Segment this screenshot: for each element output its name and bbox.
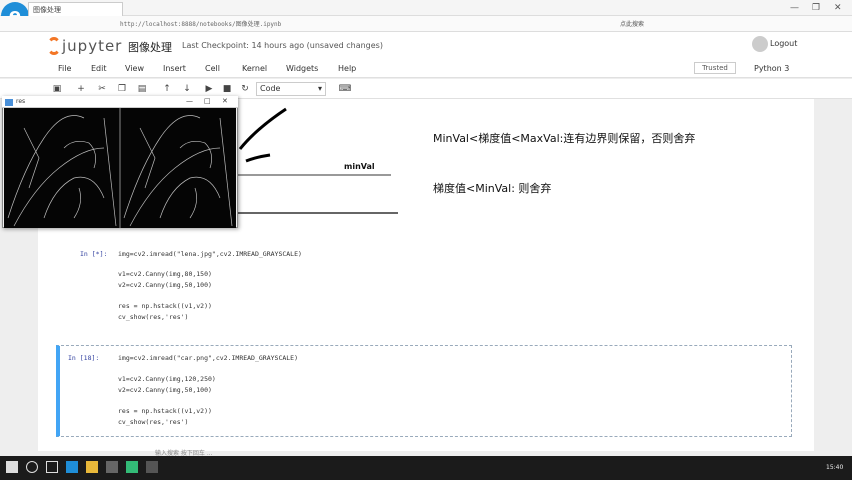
trusted-badge[interactable]: Trusted [694,62,736,74]
minimize-icon[interactable]: — [186,97,193,105]
cell-type-value: Code [260,84,281,93]
menu-widgets[interactable]: Widgets [286,64,318,73]
avatar [752,36,768,52]
app-icon[interactable] [146,461,158,473]
code-line[interactable]: cv_show(res,'res') [118,418,188,426]
minval-label: minVal [344,162,375,171]
taskbar-clock: 15:40 [826,464,844,471]
code-cell-1[interactable]: In [*]: img=cv2.imread("lena.jpg",cv2.IM… [70,240,790,338]
pen-stroke-1 [238,107,287,150]
browser-app-icon[interactable] [66,461,78,473]
code-line[interactable]: img=cv2.imread("car.png",cv2.IMREAD_GRAY… [118,354,298,362]
cell-prompt: In [*]: [80,250,108,258]
app-icon[interactable] [106,461,118,473]
cut-icon[interactable]: ✂ [95,82,109,96]
add-icon[interactable]: + [74,82,88,96]
code-line[interactable]: v2=cv2.Canny(img,50,100) [118,386,212,394]
minimize-icon[interactable]: — [790,3,799,13]
run-icon[interactable]: ▶ [202,82,216,96]
markdown-line-1: MinVal<梯度值<MaxVal:连有边界则保留，否则舍弃 [433,132,696,145]
code-line[interactable]: v2=cv2.Canny(img,50,100) [118,281,212,289]
search-label[interactable]: 点此搜索 [620,19,644,28]
stop-icon[interactable]: ■ [220,82,234,96]
window-app-icon [5,99,13,106]
code-line[interactable]: cv_show(res,'res') [118,313,188,321]
browser-tab[interactable]: 图像处理 [28,2,123,16]
jupyter-logo-text[interactable]: jupyter [62,37,122,55]
markdown-line-2: 梯度值<MinVal: 则舍弃 [433,182,552,195]
checkpoint-status: Last Checkpoint: 14 hours ago (unsaved c… [182,41,383,50]
windows-start-icon[interactable] [6,461,18,473]
cell-type-select[interactable]: Code ▾ [256,82,326,96]
menu-view[interactable]: View [125,64,144,73]
code-line[interactable]: img=cv2.imread("lena.jpg",cv2.IMREAD_GRA… [118,250,302,258]
code-cell-2[interactable]: In [18]: img=cv2.imread("car.png",cv2.IM… [56,345,792,437]
search-icon[interactable] [26,461,38,473]
canny-edge-image [4,108,236,228]
image-window-title: res [16,98,26,105]
pen-stroke-2 [245,153,271,163]
move-down-icon[interactable]: ↓ [180,82,194,96]
menu-cell[interactable]: Cell [205,64,220,73]
image-window-titlebar[interactable] [2,96,238,108]
cell-prompt: In [18]: [68,354,100,362]
maximize-icon[interactable]: □ [204,97,211,105]
annotation-drawing [236,107,398,214]
browser-titlebar [0,0,852,16]
folder-app-icon[interactable] [86,461,98,473]
app-icon[interactable] [126,461,138,473]
restart-icon[interactable]: ↻ [238,82,252,96]
close-icon[interactable]: ✕ [222,97,228,105]
code-line[interactable]: res = np.hstack((v1,v2)) [118,302,212,310]
logout-button[interactable]: Logout [770,39,797,48]
keyboard-icon[interactable]: ⌨ [338,82,352,96]
code-line[interactable]: res = np.hstack((v1,v2)) [118,407,212,415]
menu-file[interactable]: File [58,64,71,73]
code-line[interactable]: v1=cv2.Canny(img,80,150) [118,270,212,278]
menu-kernel[interactable]: Kernel [242,64,267,73]
menu-help[interactable]: Help [338,64,356,73]
maximize-icon[interactable]: ❐ [812,3,820,13]
menu-insert[interactable]: Insert [163,64,186,73]
menu-edit[interactable]: Edit [91,64,107,73]
paste-icon[interactable]: ▤ [135,82,149,96]
kernel-indicator[interactable]: Python 3 [754,64,789,73]
notebook-title[interactable]: 图像处理 [128,39,172,55]
close-icon[interactable]: ✕ [834,3,842,13]
code-line[interactable]: v1=cv2.Canny(img,120,250) [118,375,216,383]
task-view-icon[interactable] [46,461,58,473]
move-up-icon[interactable]: ↑ [160,82,174,96]
save-icon[interactable]: ▣ [50,82,64,96]
chevron-down-icon: ▾ [317,84,322,93]
copy-icon[interactable]: ❐ [115,82,129,96]
jupyter-logo-icon[interactable] [47,37,61,55]
url-text[interactable]: http://localhost:8888/notebooks/图像处理.ipy… [120,19,580,28]
